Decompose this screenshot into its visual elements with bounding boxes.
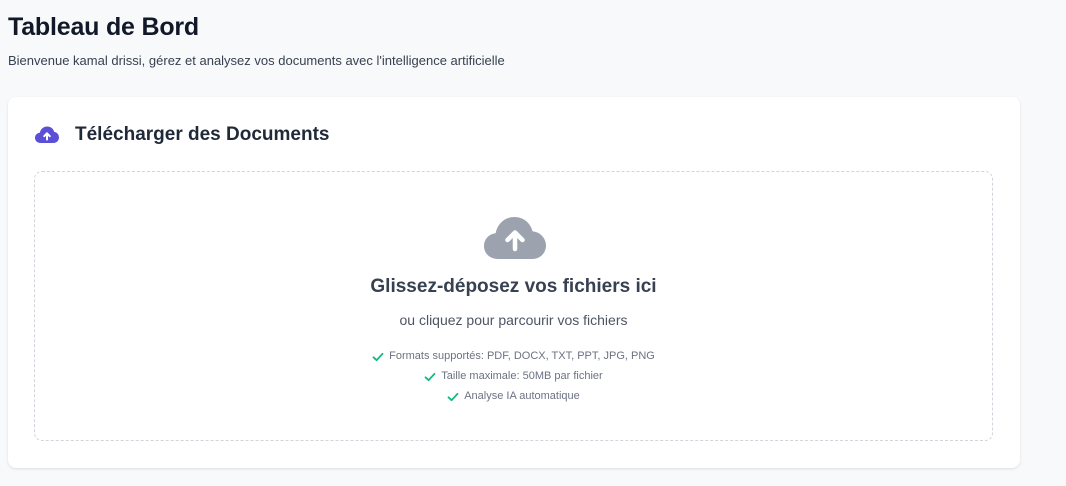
feature-text: Analyse IA automatique xyxy=(464,390,580,402)
page-subtitle: Bienvenue kamal drissi, gérez et analyse… xyxy=(8,53,505,68)
dropzone-subtitle: ou cliquez pour parcourir vos fichiers xyxy=(399,312,628,328)
dropzone-title: Glissez-déposez vos fichiers ici xyxy=(370,276,657,297)
feature-item: Formats supportés: PDF, DOCX, TXT, PPT, … xyxy=(35,346,992,366)
feature-item: Analyse IA automatique xyxy=(35,386,992,406)
cloud-upload-icon xyxy=(483,215,547,261)
file-dropzone[interactable]: Glissez-déposez vos fichiers ici ou cliq… xyxy=(34,171,993,441)
feature-text: Formats supportés: PDF, DOCX, TXT, PPT, … xyxy=(389,350,655,362)
feature-item: Taille maximale: 50MB par fichier xyxy=(35,366,992,386)
feature-text: Taille maximale: 50MB par fichier xyxy=(441,370,603,382)
check-icon xyxy=(447,390,459,402)
upload-card-header: Télécharger des Documents xyxy=(34,124,329,146)
cloud-upload-icon xyxy=(34,124,60,146)
check-icon xyxy=(424,370,436,382)
check-icon xyxy=(372,350,384,362)
card-title: Télécharger des Documents xyxy=(75,124,330,145)
dropzone-features: Formats supportés: PDF, DOCX, TXT, PPT, … xyxy=(35,346,992,406)
upload-card: Télécharger des Documents Glissez-dépose… xyxy=(8,97,1020,468)
page-title: Tableau de Bord xyxy=(8,13,200,41)
